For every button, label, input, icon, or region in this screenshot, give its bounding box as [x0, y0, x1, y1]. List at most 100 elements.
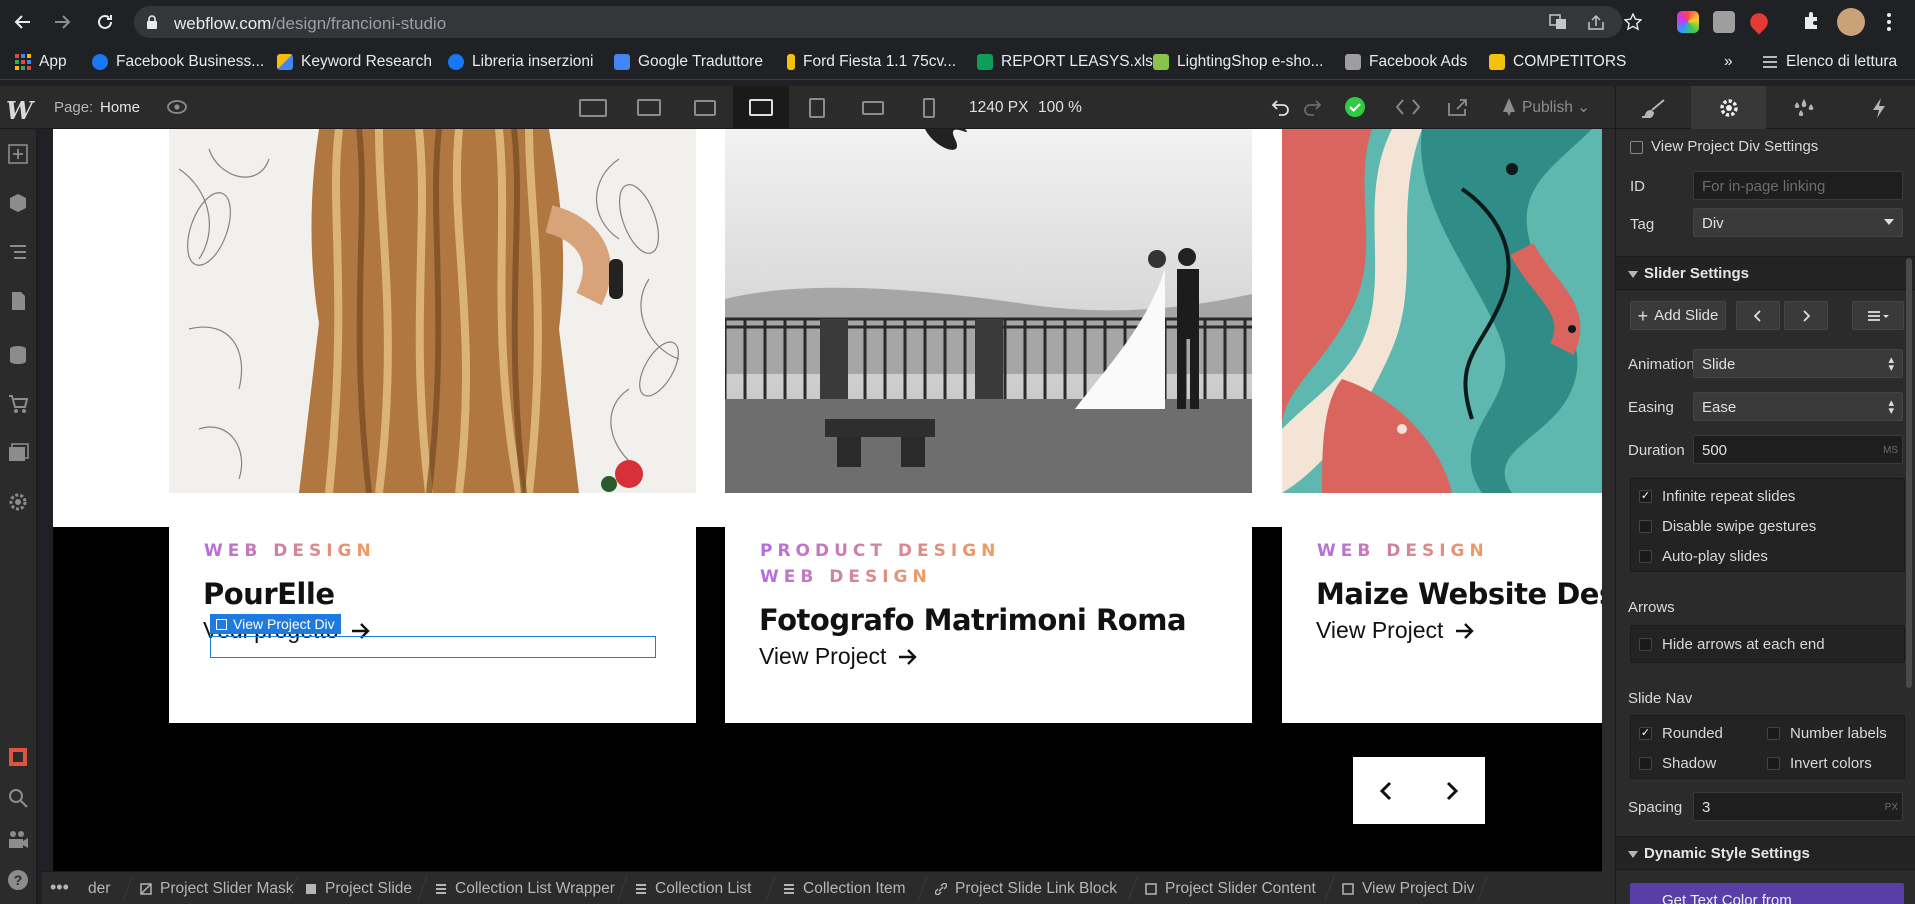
invert-colors-checkbox[interactable]: Invert colors — [1767, 755, 1872, 772]
id-input[interactable]: For in-page linking — [1693, 171, 1903, 200]
slider-settings-section-header[interactable]: Slider Settings — [1616, 256, 1915, 290]
bookmarks-overflow-button[interactable]: » — [1724, 52, 1733, 72]
page-selector[interactable]: Home — [100, 99, 140, 116]
reload-button[interactable] — [92, 9, 118, 35]
video-tutorials-icon[interactable] — [7, 828, 29, 850]
canvas-scrollbar-track[interactable] — [1602, 129, 1615, 904]
share-icon[interactable] — [1587, 14, 1605, 30]
breadcrumb-item[interactable]: Project Slide Link Block — [935, 880, 1117, 898]
next-slide-button[interactable] — [1784, 301, 1828, 330]
breadcrumb-more-button[interactable]: ••• — [50, 877, 69, 898]
preview-eye-icon[interactable] — [166, 99, 188, 115]
tab-settings[interactable] — [1691, 86, 1766, 129]
map-pin-extension-icon[interactable] — [1746, 9, 1772, 35]
breadcrumb-item-current[interactable]: View Project Div — [1342, 880, 1475, 898]
breadcrumb-item[interactable]: Project Slider Content — [1145, 880, 1316, 898]
breadcrumb-item[interactable]: der — [88, 880, 110, 898]
cms-database-icon[interactable] — [7, 344, 29, 366]
translate-page-icon[interactable] — [1549, 14, 1567, 30]
slider-prev-button[interactable] — [1353, 757, 1419, 824]
number-labels-checkbox[interactable]: Number labels — [1767, 725, 1887, 742]
canvas-zoom-readout[interactable]: 100 % — [1038, 99, 1082, 117]
bookmark-app[interactable]: App — [15, 52, 67, 72]
breakpoint-1920[interactable] — [565, 86, 621, 129]
breakpoint-tablet[interactable] — [789, 86, 845, 129]
share-link-icon[interactable] — [1447, 97, 1469, 117]
breakpoint-1440[interactable] — [621, 86, 677, 129]
settings-gear-icon[interactable] — [7, 491, 29, 513]
webflow-logo-icon[interactable]: W — [6, 96, 33, 125]
assets-images-icon[interactable] — [7, 442, 29, 464]
reading-list-button[interactable]: Elenco di lettura — [1762, 52, 1897, 72]
project-card-fotografo[interactable]: PRODUCT DESIGN WEB DESIGN Fotografo Matr… — [725, 129, 1252, 723]
redo-icon[interactable] — [1302, 98, 1322, 116]
forward-button[interactable] — [49, 9, 75, 35]
canvas-width-readout[interactable]: 1240 PX — [969, 99, 1028, 117]
infinite-repeat-checkbox[interactable]: ✓ Infinite repeat slides — [1639, 488, 1795, 505]
help-icon[interactable]: ? — [7, 869, 29, 891]
extension-gray-icon[interactable] — [1713, 11, 1735, 33]
breadcrumb-label: Project Slide Link Block — [955, 880, 1117, 897]
spacing-input[interactable]: 3 PX — [1693, 792, 1903, 821]
extensions-puzzle-icon[interactable] — [1801, 11, 1821, 31]
tab-style[interactable] — [1616, 86, 1691, 129]
back-button[interactable] — [10, 9, 36, 35]
breakpoint-1280[interactable] — [677, 86, 733, 129]
duration-input[interactable]: 500 MS — [1693, 435, 1903, 464]
view-project-link[interactable]: View Project — [1316, 617, 1475, 644]
design-canvas[interactable]: WEB DESIGN PourElle Vedi progetto — [53, 129, 1602, 871]
bookmark-facebook-business[interactable]: Facebook Business... — [92, 52, 264, 72]
publish-button[interactable]: Publish ⌄ — [1522, 98, 1590, 117]
color-picker-extension-icon[interactable] — [1677, 11, 1699, 33]
bookmark-keyword-research[interactable]: Keyword Research — [277, 52, 432, 72]
bookmark-lightingshop[interactable]: LightingShop e-sho... — [1153, 52, 1324, 72]
bookmark-facebook-ads[interactable]: Facebook Ads — [1345, 52, 1467, 72]
breadcrumb-item[interactable]: Project Slider Mask — [140, 880, 294, 898]
pages-icon[interactable] — [7, 290, 29, 312]
rounded-checkbox[interactable]: ✓ Rounded — [1639, 725, 1723, 742]
breakpoint-mobile-portrait[interactable] — [901, 86, 957, 129]
audit-panel-icon[interactable] — [7, 746, 29, 768]
breadcrumb-item[interactable]: Project Slide — [305, 880, 412, 898]
navigator-icon[interactable] — [7, 241, 29, 263]
ecommerce-cart-icon[interactable] — [7, 393, 29, 415]
add-elements-icon[interactable] — [7, 143, 29, 165]
disable-swipe-checkbox[interactable]: Disable swipe gestures — [1639, 518, 1816, 535]
selected-element-badge[interactable]: View Project Div — [210, 614, 341, 634]
chrome-menu-icon[interactable] — [1886, 12, 1892, 32]
bookmark-star-icon[interactable] — [1624, 13, 1642, 31]
address-bar[interactable]: webflow.com/design/francioni-studio — [134, 6, 1642, 38]
breadcrumb-item[interactable]: Collection List Wrapper — [435, 880, 615, 898]
search-icon[interactable] — [7, 787, 29, 809]
code-export-icon[interactable] — [1395, 98, 1421, 116]
bookmark-libreria-inserzioni[interactable]: Libreria inserzioni — [448, 52, 593, 72]
shadow-checkbox[interactable]: Shadow — [1639, 755, 1716, 772]
easing-select[interactable]: Ease ▴ ▾ — [1693, 392, 1903, 421]
prev-slide-button[interactable] — [1736, 301, 1780, 330]
tab-interactions[interactable] — [1841, 86, 1915, 129]
dynamic-style-section-header[interactable]: Dynamic Style Settings — [1616, 836, 1915, 870]
bookmark-google-traduttore[interactable]: Google Traduttore — [614, 52, 763, 72]
bookmark-report-leasys[interactable]: REPORT LEASYS.xls — [977, 52, 1153, 72]
panel-scrollbar-thumb[interactable] — [1906, 258, 1912, 688]
breadcrumb-item[interactable]: Collection Item — [783, 880, 906, 898]
symbols-cube-icon[interactable] — [7, 192, 29, 214]
get-text-color-binding[interactable]: Get Text Color from — [1630, 883, 1904, 904]
breakpoint-desktop-base[interactable] — [733, 86, 789, 129]
tag-select[interactable]: Div — [1693, 208, 1903, 237]
slide-menu-button[interactable] — [1852, 301, 1904, 330]
project-card-maize[interactable]: WEB DESIGN Maize Website Design View Pro… — [1282, 129, 1602, 723]
view-project-link[interactable]: View Project — [759, 643, 918, 670]
animation-select[interactable]: Slide ▴ ▾ — [1693, 349, 1903, 378]
breadcrumb-item[interactable]: Collection List — [635, 880, 752, 898]
tab-style-manager[interactable] — [1766, 86, 1841, 129]
hide-arrows-checkbox[interactable]: Hide arrows at each end — [1639, 636, 1825, 653]
profile-avatar[interactable] — [1837, 8, 1865, 36]
undo-icon[interactable] — [1271, 98, 1291, 116]
bookmark-ford-fiesta[interactable]: Ford Fiesta 1.1 75cv... — [787, 52, 956, 72]
bookmark-competitors[interactable]: COMPETITORS — [1489, 52, 1626, 72]
breakpoint-mobile-landscape[interactable] — [845, 86, 901, 129]
slider-next-button[interactable] — [1419, 757, 1485, 824]
add-slide-button[interactable]: + Add Slide — [1630, 301, 1726, 330]
autoplay-checkbox[interactable]: Auto-play slides — [1639, 548, 1768, 565]
